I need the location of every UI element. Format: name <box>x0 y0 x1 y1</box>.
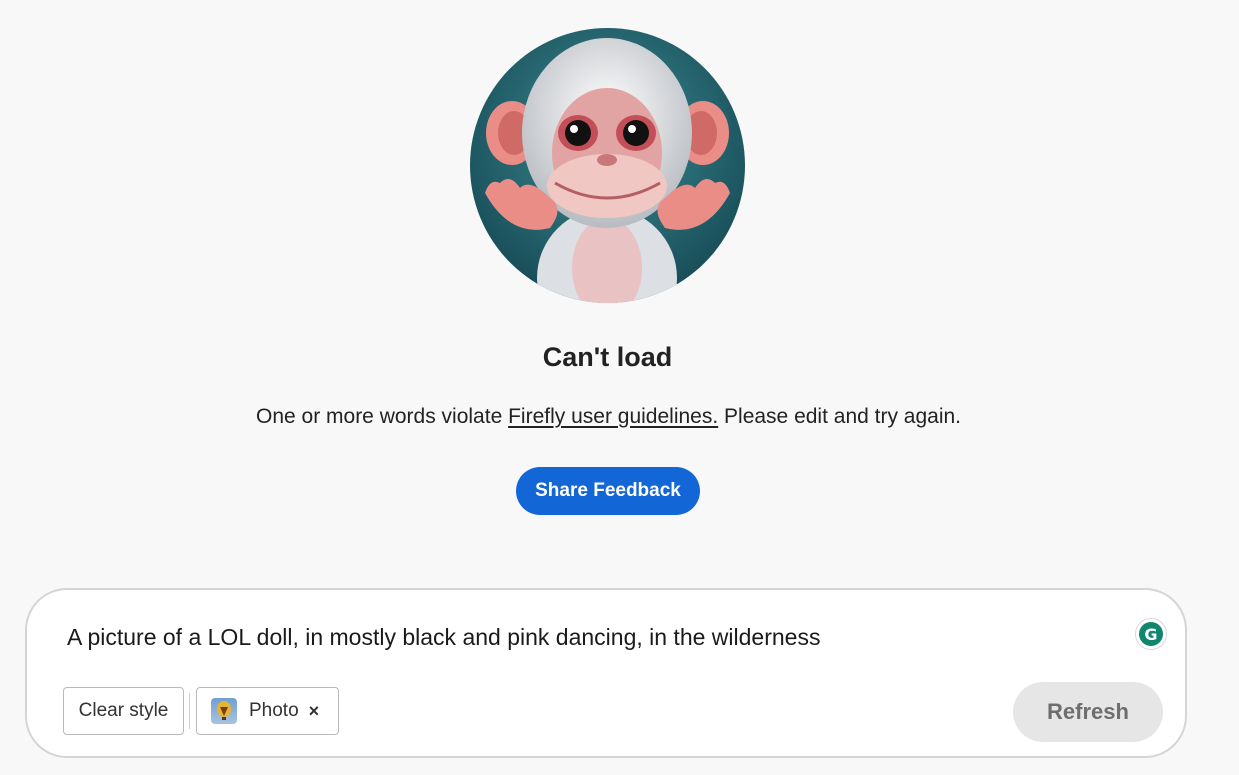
page: Can't load One or more words violate Fir… <box>0 0 1239 775</box>
error-message-prefix: One or more words violate <box>255 405 509 428</box>
guidelines-link[interactable]: Firefly user guidelines. <box>508 405 718 428</box>
error-message-suffix: Please edit and try again. <box>718 405 962 428</box>
photo-style-chip[interactable]: Photo × <box>196 687 339 735</box>
hot-air-balloon-icon <box>211 698 237 724</box>
refresh-button[interactable]: Refresh <box>1013 682 1163 742</box>
clear-style-button[interactable]: Clear style <box>63 687 184 735</box>
photo-chip-label: Photo <box>249 700 299 721</box>
share-feedback-button[interactable]: Share Feedback <box>516 467 700 515</box>
grammarly-letter: G <box>1139 622 1163 646</box>
monkey-illustration <box>470 28 745 303</box>
prompt-input[interactable] <box>67 624 1067 651</box>
error-message: One or more words violate Firefly user g… <box>0 405 1217 429</box>
error-title: Can't load <box>542 342 673 372</box>
grammarly-icon[interactable]: G <box>1135 618 1167 650</box>
prompt-box: G Clear style Photo × Refresh <box>25 588 1187 758</box>
close-icon[interactable]: × <box>309 701 320 722</box>
chip-divider <box>189 693 190 729</box>
